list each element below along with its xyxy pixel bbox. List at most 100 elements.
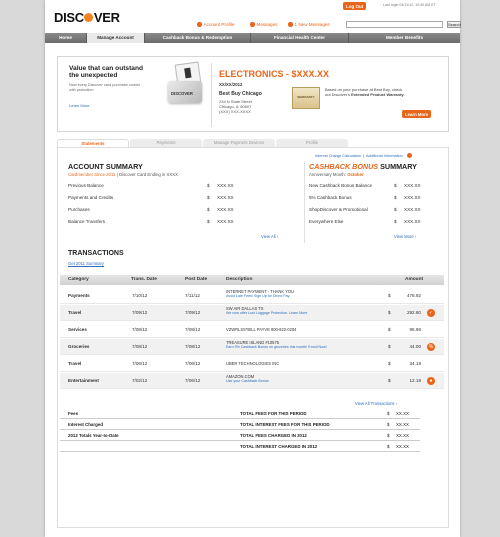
transaction-post-date: 7/06/12 <box>185 361 201 366</box>
transaction-offer-link[interactable]: Use your Cashback Bonus <box>226 379 376 384</box>
account-profile-link[interactable]: Account Profile <box>197 22 234 27</box>
tag-icon[interactable]: ● <box>427 377 435 385</box>
cashback-summary-currency: $ <box>394 207 397 212</box>
main-nav: Home Manage Account Cashback Bonus & Red… <box>45 33 460 43</box>
transaction-description: AMAZON.COM Use your Cashback Bonus <box>226 374 376 384</box>
account-view-all-link[interactable]: View All › <box>261 234 278 239</box>
table-row: Entertainment 7/02/12 7/06/12 AMAZON.COM Use… <box>60 373 444 389</box>
percent-icon[interactable]: % <box>427 343 435 351</box>
fee-value: XX.XX <box>396 433 409 438</box>
anniversary-label: Anniversary Month: <box>309 172 347 177</box>
nav-home[interactable]: Home <box>45 33 87 43</box>
nav-financial-health[interactable]: Financial Health Center <box>251 33 349 43</box>
logo-dot-icon <box>84 13 94 22</box>
transaction-amount: 34.18 <box>409 361 422 366</box>
transaction-category: Groceries <box>68 344 90 349</box>
transaction-category: Entertainment <box>68 378 99 383</box>
transaction-currency: $ <box>388 293 391 298</box>
transaction-amount: 292.60 <box>406 310 421 315</box>
messages-link[interactable]: Messages <box>250 22 277 27</box>
search-button[interactable]: Search <box>447 21 461 28</box>
interest-calculation-link[interactable]: Interest Charge Calculation <box>315 154 361 158</box>
tab-statements[interactable]: Statements <box>57 139 129 147</box>
promo-learn-more-link[interactable]: Learn More <box>69 103 89 108</box>
cashback-summary-label: ShopDiscover & Promotional <box>309 207 368 212</box>
col-amount: Amount <box>405 277 424 282</box>
col-trans-date: Trans. Date <box>131 277 157 282</box>
promo-banner: Value that can outstand the unexpected N… <box>57 56 449 132</box>
envelope-icon <box>250 22 255 27</box>
address-phone: (XXX) XXX-XXXX <box>219 109 251 114</box>
transaction-description: VZWRLSS*BILL PAYVE 800-922-0204 <box>226 327 376 332</box>
warranty-learn-more-button[interactable]: Learn More <box>402 110 432 118</box>
tab-payments[interactable]: Payments <box>130 139 202 147</box>
yearly-summary-link[interactable]: Get 2011 Summary <box>68 261 104 266</box>
fee-row: Fees TOTAL FEES FOR THIS PERIOD $ XX.XX <box>60 410 420 419</box>
transaction-offer-link[interactable]: We now offer Lost Luggage Protection. Le… <box>226 311 376 316</box>
fee-value: XX.XX <box>396 444 409 449</box>
fee-total-label: TOTAL INTEREST CHARGED IN 2012 <box>240 444 318 449</box>
nav-cashback[interactable]: Cashback Bonus & Redemption <box>145 33 251 43</box>
nav-manage-account[interactable]: Manage Account <box>87 33 145 43</box>
warranty-certificate-icon: WARRANTY <box>292 87 320 109</box>
transaction-offer-link[interactable]: Earn 5% Cashback Bonus on groceries this… <box>226 345 376 350</box>
transactions-table-header: Category Trans. Date Post Date Descripti… <box>60 275 444 285</box>
transaction-date: 7/08/12 <box>132 327 148 332</box>
nav-member-benefits[interactable]: Member Benefits <box>349 33 460 43</box>
promo-divider <box>211 63 212 127</box>
transaction-category: Travel <box>68 361 82 366</box>
transaction-category: Payments <box>68 293 90 298</box>
new-messages-link[interactable]: 1 New Messages <box>288 22 330 27</box>
alert-icon <box>288 22 293 27</box>
cashback-summary-label: New Cashback Bonus Balance <box>309 183 373 188</box>
purchase-date: XX/XX/2012 <box>219 82 243 87</box>
fee-value: XX.XX <box>396 422 409 427</box>
search-input[interactable] <box>346 21 443 28</box>
transaction-description-text: VZWRLSS*BILL PAYVE 800-922-0204 <box>226 327 297 332</box>
transaction-date: 7/08/12 <box>132 344 148 349</box>
card-ending: Discover Card Ending in XXXX <box>118 172 178 177</box>
account-summary-value: XXX.XX <box>217 183 234 188</box>
warranty-text: Based on your purchase at Best Buy, chec… <box>325 87 407 97</box>
cashback-summary-label: Everywhere Else <box>309 219 344 224</box>
fee-currency: $ <box>387 422 390 427</box>
transaction-offer-link[interactable]: Avoid Late Fees! Sign Up for Direct Pay. <box>226 294 376 299</box>
cashback-summary-currency: $ <box>394 219 397 224</box>
table-row: Payments 7/10/12 7/11/12 INTERNET PAYMENT -… <box>60 288 444 304</box>
view-all-transactions-link[interactable]: View All Transactions › <box>355 401 397 406</box>
account-summary-currency: $ <box>207 183 210 188</box>
warranty-text-bold: Extended Product Warranty. <box>351 92 405 97</box>
discover-logo[interactable]: DISC VER <box>54 10 120 25</box>
transaction-currency: $ <box>388 344 391 349</box>
summary-divider <box>304 161 305 243</box>
account-tabs: Statements Payments Manage Payment Devic… <box>57 139 449 147</box>
transaction-post-date: 7/08/12 <box>185 327 201 332</box>
cashback-summary-value: XXX.XX <box>404 219 421 224</box>
transaction-post-date: 7/09/12 <box>185 310 201 315</box>
transaction-amount: 12.18 <box>409 378 422 383</box>
discover-card-icon: DISCOVER <box>168 81 202 103</box>
transaction-currency: $ <box>388 327 391 332</box>
logout-button[interactable]: Log Out <box>343 2 367 10</box>
cashback-summary-currency: $ <box>394 195 397 200</box>
tab-manage-payment-devices[interactable]: Manage Payment Devices <box>203 139 275 147</box>
additional-info-link[interactable]: Additional Information <box>366 154 403 158</box>
card-illustration: DISCOVER <box>165 61 207 107</box>
table-row: Services 7/08/12 7/08/12 VZWRLSS*BILL PAYVE… <box>60 322 444 338</box>
tab-profile[interactable]: Profile <box>276 139 348 147</box>
fee-value: XX.XX <box>396 411 409 416</box>
table-row: Travel 7/09/12 7/09/12 SW AIR DALLAS TX We n… <box>60 305 444 321</box>
check-icon[interactable]: ✓ <box>427 309 435 317</box>
transaction-date: 7/10/12 <box>132 293 148 298</box>
transaction-currency: $ <box>388 361 391 366</box>
account-summary-label: Purchases <box>68 207 90 212</box>
account-summary-title: ACCOUNT SUMMARY <box>68 162 143 171</box>
fee-currency: $ <box>387 433 390 438</box>
collapse-icon[interactable] <box>406 153 412 158</box>
promo-subtitle: Now every Discover card purchase comes w… <box>69 83 141 92</box>
cashback-view-more-link[interactable]: View More › <box>394 234 416 239</box>
account-summary-currency: $ <box>207 219 210 224</box>
cashback-title-rest: SUMMARY <box>378 162 417 171</box>
transaction-post-date: 7/08/12 <box>185 344 201 349</box>
cashback-summary-value: XXX.XX <box>404 195 421 200</box>
